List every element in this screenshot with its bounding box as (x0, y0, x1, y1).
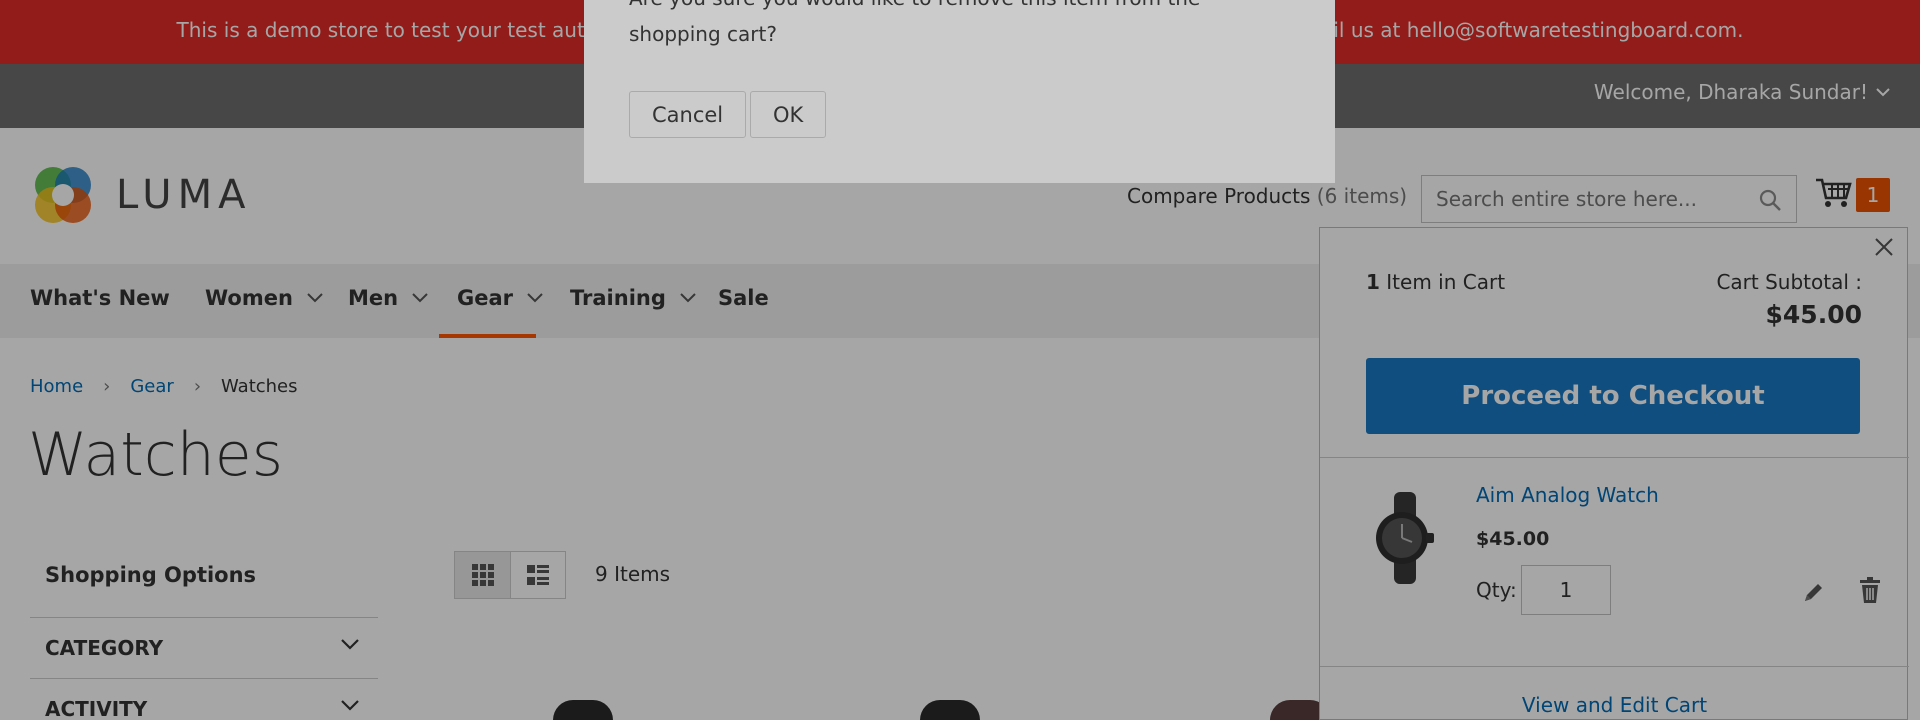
ok-button[interactable]: OK (750, 91, 827, 138)
remove-item-confirm-dialog: Are you sure you would like to remove th… (584, 0, 1335, 183)
cancel-button[interactable]: Cancel (629, 91, 747, 138)
confirm-message: Are you sure you would like to remove th… (629, 0, 1200, 46)
